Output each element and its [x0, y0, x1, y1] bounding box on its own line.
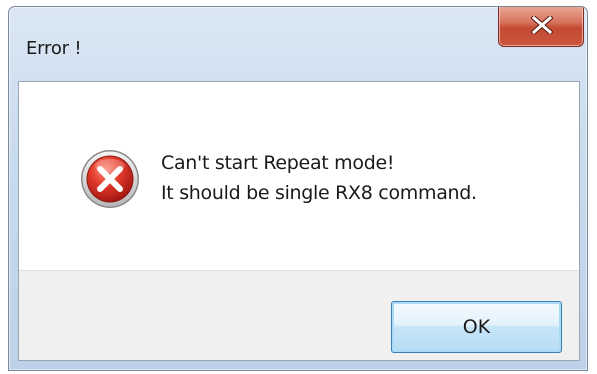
error-dialog: Error ! Can't start Repeat mode! It shou… — [8, 6, 588, 371]
close-icon — [531, 16, 553, 34]
dialog-content: Can't start Repeat mode! It should be si… — [18, 81, 580, 361]
error-message: Can't start Repeat mode! It should be si… — [161, 148, 477, 208]
close-button[interactable] — [498, 7, 584, 47]
ok-button[interactable]: OK — [391, 301, 562, 353]
button-area: OK — [19, 270, 579, 360]
message-line-1: Can't start Repeat mode! — [161, 152, 395, 174]
message-area: Can't start Repeat mode! It should be si… — [19, 82, 579, 270]
error-icon — [80, 149, 140, 209]
window-title: Error ! — [26, 38, 82, 59]
title-bar[interactable]: Error ! — [9, 7, 587, 79]
message-line-2: It should be single RX8 command. — [161, 182, 477, 204]
